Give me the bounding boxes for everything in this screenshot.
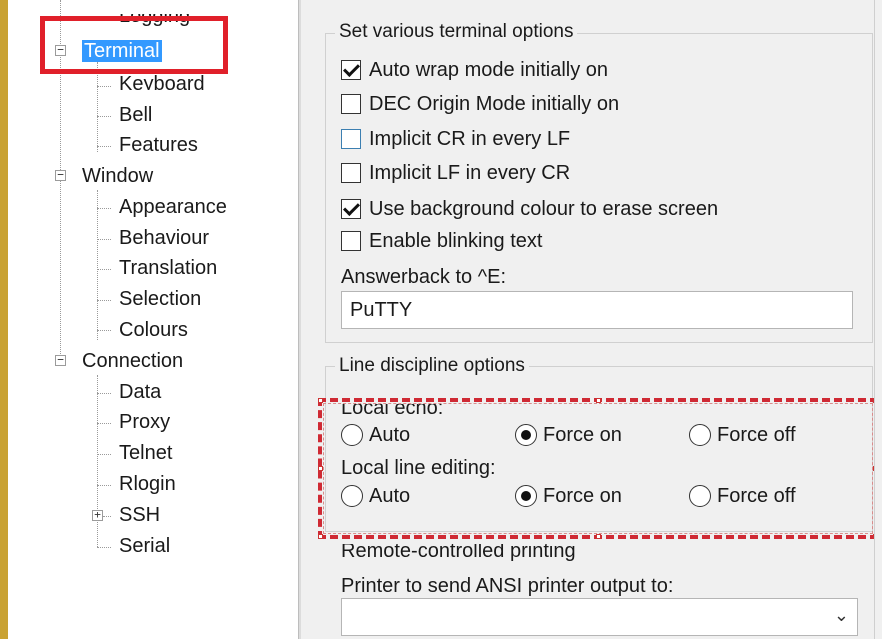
tree-item-features[interactable]: Features (119, 133, 198, 157)
blinking-text-label: Enable blinking text (369, 229, 543, 252)
resize-handle[interactable] (318, 398, 323, 403)
tree-connector (97, 190, 98, 340)
tree-item-label: Rlogin (119, 473, 176, 495)
tree-item-label: Proxy (119, 411, 171, 433)
tree-item-selection[interactable]: Selection (119, 287, 201, 311)
tree-item-label: Appearance (119, 196, 227, 218)
bg-colour-erase-label: Use background colour to erase screen (369, 197, 719, 220)
printer-label: Printer to send ANSI printer output to: (341, 575, 674, 597)
tree-connector (97, 208, 111, 209)
implicit-cr-checkbox[interactable] (341, 129, 361, 149)
dec-origin-checkbox[interactable] (341, 94, 361, 114)
tree-connector (97, 375, 98, 547)
window-right-edge (874, 0, 882, 639)
tree-item-window[interactable]: Window (82, 164, 153, 188)
answerback-label: Answerback to ^E: (341, 266, 507, 288)
tree-item-translation[interactable]: Translation (119, 256, 217, 280)
tree-item-label: Serial (119, 535, 171, 557)
tree-item-proxy[interactable]: Proxy (119, 410, 170, 434)
window-left-edge (0, 0, 8, 639)
tree-connector (103, 516, 111, 517)
tree-item-ssh[interactable]: SSH (119, 503, 160, 527)
resize-handle[interactable] (318, 534, 323, 539)
auto-wrap-checkbox[interactable] (341, 60, 361, 80)
tree-connector (97, 330, 111, 331)
dec-origin-label: DEC Origin Mode initially on (369, 92, 620, 115)
tree-item-label: Connection (82, 350, 184, 372)
resize-handle[interactable] (318, 466, 323, 471)
tree-connector (97, 393, 111, 394)
auto-wrap-label: Auto wrap mode initially on (369, 58, 609, 81)
tree-connector (97, 454, 111, 455)
tree-item-label: Translation (119, 257, 218, 279)
tree-item-label: Bell (119, 104, 153, 126)
tree-connector (97, 116, 111, 117)
collapse-window-icon[interactable]: − (55, 169, 66, 181)
tree-connector (97, 62, 98, 152)
selection-inner-border (323, 403, 873, 534)
resize-handle[interactable] (596, 534, 601, 539)
resize-handle[interactable] (596, 398, 601, 403)
tree-item-label: Selection (119, 288, 202, 310)
bg-colour-erase-checkbox-row[interactable]: Use background colour to erase screen (341, 195, 718, 223)
terminal-highlight-box (40, 16, 228, 74)
tree-item-label: Keyboard (119, 73, 205, 95)
tree-item-colours[interactable]: Colours (119, 318, 188, 342)
tree-item-appearance[interactable]: Appearance (119, 195, 227, 219)
dec-origin-checkbox-row[interactable]: DEC Origin Mode initially on (341, 90, 619, 118)
tree-connector (97, 86, 111, 87)
implicit-cr-checkbox-row[interactable]: Implicit CR in every LF (341, 125, 570, 153)
terminal-options-title: Set various terminal options (335, 20, 578, 44)
tree-connector (60, 180, 61, 362)
tree-connector (97, 423, 111, 424)
tree-item-label: Window (82, 165, 154, 187)
tree-item-behaviour[interactable]: Behaviour (119, 226, 209, 250)
tree-connector (97, 146, 111, 147)
answerback-input[interactable]: PuTTY (341, 291, 853, 329)
tree-item-data[interactable]: Data (119, 380, 161, 404)
tree-item-serial[interactable]: Serial (119, 534, 170, 558)
tree-item-connection[interactable]: Connection (82, 349, 183, 373)
tree-item-rlogin[interactable]: Rlogin (119, 472, 176, 496)
tree-connector (97, 547, 111, 548)
tree-connector (97, 300, 111, 301)
tree-item-label: Colours (119, 319, 188, 341)
category-tree: Logging − Terminal Keyboard Bell Feature… (8, 0, 301, 639)
tree-item-label: Data (119, 381, 162, 403)
expand-ssh-icon[interactable]: + (92, 509, 103, 521)
blinking-text-checkbox[interactable] (341, 231, 361, 251)
tree-item-label: SSH (119, 504, 161, 526)
tree-connector (97, 269, 111, 270)
tree-item-label: Features (119, 134, 198, 156)
collapse-connection-icon[interactable]: − (55, 354, 66, 366)
bg-colour-erase-checkbox[interactable] (341, 199, 361, 219)
implicit-lf-label: Implicit LF in every CR (369, 161, 571, 184)
implicit-lf-checkbox[interactable] (341, 163, 361, 183)
chevron-down-icon[interactable]: ⌄ (834, 605, 849, 626)
line-discipline-title: Line discipline options (335, 354, 529, 378)
tree-item-telnet[interactable]: Telnet (119, 441, 172, 465)
tree-item-label: Telnet (119, 442, 173, 464)
tree-connector (97, 239, 111, 240)
tree-connector (97, 485, 111, 486)
tree-item-bell[interactable]: Bell (119, 103, 152, 127)
blinking-text-checkbox-row[interactable]: Enable blinking text (341, 227, 542, 255)
auto-wrap-checkbox-row[interactable]: Auto wrap mode initially on (341, 56, 608, 84)
tree-item-label: Behaviour (119, 227, 210, 249)
tree-item-keyboard[interactable]: Keyboard (119, 72, 205, 95)
implicit-cr-label: Implicit CR in every LF (369, 127, 571, 150)
printer-select[interactable]: ⌄ (341, 598, 858, 636)
implicit-lf-checkbox-row[interactable]: Implicit LF in every CR (341, 159, 570, 187)
